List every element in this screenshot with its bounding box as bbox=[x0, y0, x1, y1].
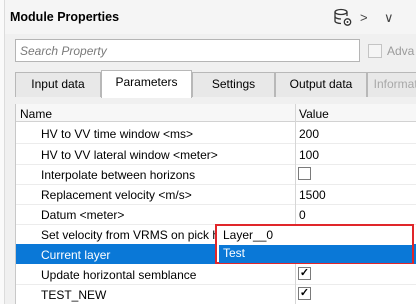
table-row[interactable]: HV to VV time window <ms> 200 bbox=[16, 123, 416, 143]
chevron-down-icon[interactable]: ∨ bbox=[384, 10, 398, 25]
property-name: Replacement velocity <m/s> bbox=[41, 188, 192, 202]
layer-dropdown-list[interactable]: Layer__0 Test bbox=[215, 224, 414, 264]
property-value[interactable]: 1500 bbox=[299, 188, 326, 202]
property-value[interactable]: 0 bbox=[299, 208, 306, 222]
property-name: Interpolate between horizons bbox=[41, 168, 196, 182]
panel-title: Module Properties bbox=[10, 10, 120, 24]
tab-settings[interactable]: Settings bbox=[192, 72, 275, 97]
table-row[interactable]: Interpolate between horizons bbox=[16, 164, 416, 184]
property-name: TEST_NEW bbox=[41, 288, 107, 302]
dropdown-option-test[interactable]: Test bbox=[219, 245, 412, 263]
tab-bar: Input data Parameters Settings Output da… bbox=[15, 70, 416, 98]
table-row[interactable]: Replacement velocity <m/s> 1500 bbox=[16, 184, 416, 204]
dropdown-option-layer-0[interactable]: Layer__0 bbox=[219, 227, 412, 245]
tab-output-data[interactable]: Output data bbox=[275, 72, 367, 97]
panel-header: Module Properties bbox=[5, 0, 416, 34]
table-row[interactable]: Datum <meter> 0 bbox=[16, 204, 416, 224]
table-row[interactable]: HV to VV lateral window <meter> 100 bbox=[16, 144, 416, 164]
property-name: Datum <meter> bbox=[41, 208, 125, 222]
property-name: Current layer bbox=[41, 248, 111, 262]
table-row[interactable]: TEST_NEW ✓ bbox=[16, 284, 416, 304]
property-name: Set velocity from VRMS on pick h bbox=[41, 228, 220, 242]
property-name: HV to VV time window <ms> bbox=[41, 127, 194, 141]
test-new-checkbox[interactable]: ✓ bbox=[298, 287, 311, 300]
column-separator[interactable] bbox=[295, 104, 296, 304]
property-value[interactable]: 200 bbox=[299, 127, 319, 141]
left-edge-strip bbox=[0, 0, 5, 304]
search-property-input[interactable] bbox=[15, 39, 360, 62]
property-name: HV to VV lateral window <meter> bbox=[41, 148, 218, 162]
column-header-value[interactable]: Value bbox=[299, 107, 329, 121]
grid-header: Name Value bbox=[16, 104, 416, 122]
chevron-right-icon[interactable]: > bbox=[360, 10, 374, 25]
tab-parameters[interactable]: Parameters bbox=[101, 70, 192, 98]
database-settings-icon[interactable] bbox=[333, 8, 353, 28]
table-row[interactable]: Update horizontal semblance ✓ bbox=[16, 264, 416, 284]
property-value[interactable]: 100 bbox=[299, 148, 319, 162]
tab-input-data[interactable]: Input data bbox=[15, 72, 101, 97]
property-name: Update horizontal semblance bbox=[41, 268, 197, 282]
interpolate-checkbox[interactable] bbox=[298, 167, 311, 180]
column-header-name[interactable]: Name bbox=[20, 107, 52, 121]
update-semblance-checkbox[interactable]: ✓ bbox=[298, 267, 311, 280]
tab-information: Informati bbox=[367, 72, 416, 97]
property-grid: Name Value HV to VV time window <ms> 200… bbox=[15, 104, 416, 304]
advanced-checkbox[interactable] bbox=[368, 44, 382, 58]
advanced-label: Adva bbox=[387, 44, 415, 58]
